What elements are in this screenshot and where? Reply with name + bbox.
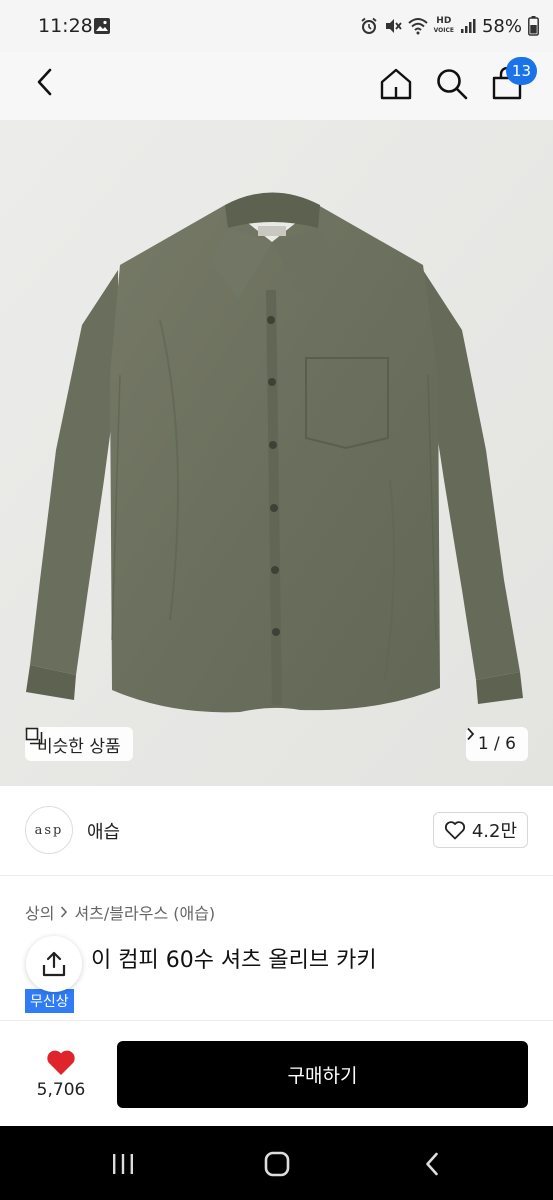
image-pager[interactable]: 1 / 6 xyxy=(465,727,528,761)
search-button[interactable] xyxy=(432,64,472,104)
similar-icon xyxy=(25,727,43,745)
system-home-button[interactable] xyxy=(257,1146,297,1182)
mute-icon xyxy=(385,19,402,33)
wishlist-count: 5,706 xyxy=(36,1080,86,1100)
recent-apps-icon xyxy=(113,1154,133,1174)
breadcrumb-item[interactable]: 상의 xyxy=(25,900,54,924)
home-circle-icon xyxy=(264,1151,290,1177)
chevron-right-icon xyxy=(61,906,68,918)
brand-like-button[interactable]: 4.2만 xyxy=(432,812,528,848)
cart-button[interactable]: 13 xyxy=(487,57,537,104)
page-indicator: 1 / 6 xyxy=(477,734,516,754)
battery-icon xyxy=(528,16,539,36)
share-icon xyxy=(42,951,66,977)
back-icon xyxy=(37,68,52,96)
chevron-right-icon xyxy=(467,727,475,741)
brand-like-count: 4.2만 xyxy=(471,821,517,842)
search-icon xyxy=(437,69,468,100)
signal-icon xyxy=(460,19,476,33)
wishlist-button[interactable]: 5,706 xyxy=(28,1041,94,1107)
breadcrumb: 상의 셔츠/블라우스 (애습) xyxy=(25,900,215,924)
share-button[interactable] xyxy=(26,936,82,992)
status-icons: HD VOICE 58% xyxy=(360,14,539,38)
app-header: 13 xyxy=(0,52,553,120)
wifi-icon xyxy=(407,18,428,35)
product-badge: 무신상 xyxy=(25,989,74,1013)
brand-logo[interactable]: asp xyxy=(25,806,73,854)
similar-products-label: 비슷한 상품 xyxy=(37,736,121,757)
brand-row: asp 애습 4.2만 xyxy=(0,786,553,876)
home-button[interactable] xyxy=(376,64,416,104)
back-button[interactable] xyxy=(26,64,62,100)
breadcrumb-item[interactable]: 셔츠/블라우스 (애습) xyxy=(74,900,215,924)
recent-apps-button[interactable] xyxy=(103,1146,143,1182)
similar-products-button[interactable]: 비슷한 상품 xyxy=(25,727,133,761)
purchase-bar: 5,706 구매하기 xyxy=(0,1020,553,1126)
heart-filled-icon xyxy=(47,1050,75,1075)
system-nav-bar xyxy=(0,1126,553,1200)
product-image-gallery[interactable]: 비슷한 상품 1 / 6 xyxy=(0,120,553,786)
battery-percent: 58% xyxy=(481,15,522,37)
buy-button[interactable]: 구매하기 xyxy=(117,1041,528,1108)
system-back-icon xyxy=(426,1152,438,1176)
brand-name[interactable]: 애습 xyxy=(87,818,120,844)
product-photo xyxy=(0,120,553,786)
cart-count-badge: 13 xyxy=(505,57,537,85)
status-bar: 11:28 HD VOICE 58% xyxy=(0,0,553,52)
home-icon xyxy=(380,68,412,100)
image-icon xyxy=(94,18,110,34)
heart-outline-icon xyxy=(444,821,465,840)
status-time: 11:28 xyxy=(38,15,93,37)
hd-voice-indicator: HD VOICE xyxy=(433,16,454,35)
system-back-button[interactable] xyxy=(412,1146,452,1182)
alarm-icon xyxy=(361,17,377,34)
